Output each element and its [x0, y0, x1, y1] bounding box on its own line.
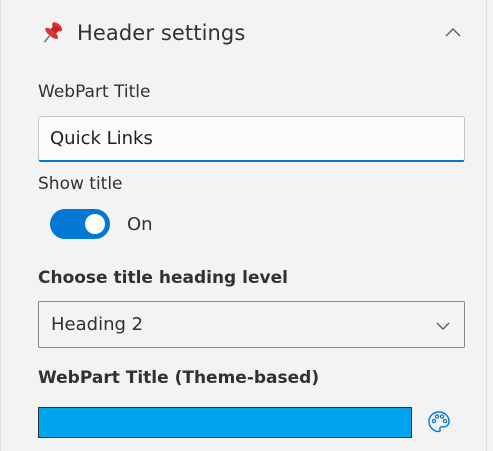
palette-icon[interactable] — [426, 409, 452, 435]
chevron-up-icon[interactable] — [443, 23, 463, 43]
show-title-label: Show title — [38, 174, 123, 194]
heading-level-dropdown[interactable]: Heading 2 — [38, 301, 465, 348]
chevron-down-icon — [434, 317, 452, 335]
settings-panel: Header settings WebPart Title Show title… — [0, 0, 487, 451]
heading-level-label: Choose title heading level — [38, 268, 288, 288]
toggle-state-label: On — [127, 214, 153, 235]
section-header[interactable]: Header settings — [39, 14, 469, 52]
title-color-label: WebPart Title (Theme-based) — [38, 368, 320, 388]
section-title: Header settings — [77, 21, 246, 45]
webpart-title-label: WebPart Title — [38, 82, 151, 102]
webpart-title-field[interactable] — [38, 116, 465, 162]
toggle-thumb — [85, 214, 105, 234]
show-title-toggle[interactable] — [50, 209, 110, 239]
title-color-swatch[interactable] — [38, 407, 412, 438]
webpart-title-input[interactable] — [50, 128, 464, 149]
heading-level-value: Heading 2 — [51, 314, 144, 335]
pushpin-icon — [39, 20, 65, 46]
